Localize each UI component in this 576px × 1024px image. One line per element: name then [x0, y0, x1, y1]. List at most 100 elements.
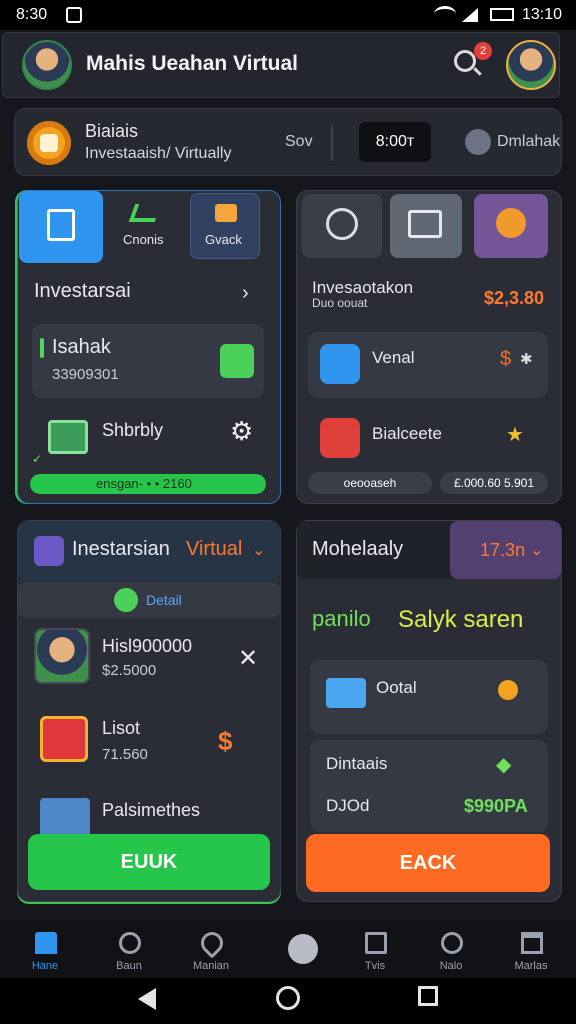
summary-subheading: Duo oouat [312, 296, 368, 310]
nav-more[interactable]: Marlas [496, 920, 566, 978]
slogan-b: Salyk saren [398, 606, 524, 633]
home-icon [35, 932, 57, 954]
rating-icon: ★ [506, 424, 524, 446]
market-row-2-label: Dintaais [326, 754, 388, 773]
app-logo-icon [34, 536, 64, 566]
bottom-navigation: Hane Baun Manian Tvis Nalo Marlas [0, 920, 576, 978]
list-item-3-name: Palsimethes [102, 800, 201, 820]
tab-chart-label: Cnonis [123, 232, 164, 247]
compass-icon [326, 208, 358, 240]
coin-icon [27, 121, 71, 165]
system-navigation [0, 978, 576, 1024]
info-icon[interactable] [465, 129, 491, 155]
primary-action-button[interactable]: EUUK [28, 834, 270, 890]
screenshot-icon [66, 7, 82, 23]
bolt-icon [496, 208, 526, 238]
nav-home[interactable]: Hane [10, 920, 80, 978]
recents-icon[interactable] [418, 986, 438, 1006]
search-icon[interactable] [454, 50, 476, 72]
refresh-icon[interactable] [220, 344, 254, 378]
virtual-heading-b: Virtual [186, 538, 243, 560]
nav-home-label: Hane [31, 960, 59, 972]
crown-icon [521, 932, 543, 954]
currency-icon: $ [218, 726, 233, 756]
tab-alerts[interactable] [474, 194, 548, 258]
virtual-heading-a: Inestarsian [72, 538, 170, 560]
tab-home[interactable] [19, 191, 103, 263]
chevron-down-icon[interactable]: ⌄ [530, 540, 543, 560]
market-row-1[interactable]: Ootal [310, 660, 548, 734]
market-value: 17.3n [480, 540, 526, 560]
market-row-3-label: DJOd [326, 796, 370, 815]
app-title: Mahis Ueahan Virtual [86, 52, 299, 75]
balance-label: Isahak [52, 336, 111, 358]
chat-icon [288, 934, 318, 964]
status-clock: 13:10 [521, 6, 562, 23]
nav-profile[interactable]: Nalo [416, 920, 486, 978]
portfolio-row-1-label: Venal [372, 348, 415, 367]
signal-icon [462, 8, 478, 22]
investor-value: $2.5000 [102, 662, 157, 679]
market-row-1-label: Ootal [376, 678, 417, 697]
home-button-icon[interactable] [276, 986, 300, 1010]
market-heading: Mohelaaly [312, 538, 404, 560]
summary-subtitle: Investaaish/ Virtually [85, 145, 232, 162]
search-icon [119, 932, 141, 954]
investor-avatar [34, 628, 90, 684]
security-label: Shbrbly [102, 420, 164, 440]
nav-favorites[interactable]: Manian [176, 920, 246, 978]
secondary-action-button[interactable]: EACK [306, 834, 550, 892]
tab-stock-label: Gvack [205, 232, 242, 247]
tab-analytics[interactable] [302, 194, 382, 258]
battery-icon [490, 8, 514, 21]
investor-name: Hisl900000 [102, 636, 193, 656]
chevron-down-icon[interactable]: ✓ [32, 452, 42, 466]
progress-text: ensgan- • • 2160 [96, 476, 192, 491]
settings-icon[interactable]: ⚙ [230, 416, 253, 447]
portfolio-row-2-label: Bialceete [372, 424, 442, 443]
image-icon [40, 798, 90, 838]
summary-value[interactable]: 8:00т [359, 122, 431, 162]
summary-right-label: Dmlahak [497, 133, 561, 150]
nav-favorites-label: Manian [192, 960, 230, 972]
close-icon[interactable]: ✕ [238, 644, 258, 673]
summary-amount: $2,3.80 [484, 288, 545, 308]
market-row-2[interactable]: Dintaais ◆ DJOd $990PA [310, 740, 548, 832]
star-icon: ✱ [520, 351, 533, 368]
summary-label: Sov [285, 133, 313, 150]
divider-icon [331, 125, 333, 161]
portfolio-row-1[interactable]: Venal $ ✱ [308, 332, 548, 398]
nav-search-label: Baun [116, 960, 142, 972]
chevron-down-icon[interactable]: ⌄ [252, 540, 265, 560]
nav-chat[interactable] [270, 920, 340, 978]
back-icon[interactable] [138, 988, 156, 1010]
coin-small-icon [498, 680, 518, 700]
nav-search[interactable]: Baun [94, 920, 164, 978]
summary-name: Biaiais [85, 121, 139, 141]
status-time: 8:30 [16, 6, 48, 23]
wifi-icon [434, 6, 456, 22]
shield-icon [114, 588, 138, 612]
balance-card[interactable]: Isahak 33909301 [32, 324, 264, 398]
chevron-right-icon[interactable]: › [242, 282, 249, 305]
nav-tv[interactable]: Tvis [340, 920, 410, 978]
detail-label[interactable]: Detail [146, 592, 182, 608]
tab-monitor[interactable] [390, 194, 462, 258]
slogan-a: panilo [312, 606, 371, 631]
summary-chip-1[interactable]: oeooaseh [308, 472, 432, 494]
user-avatar[interactable] [506, 40, 556, 90]
face-icon [441, 932, 463, 954]
profile-avatar[interactable] [22, 40, 72, 90]
balance-value: 33909301 [52, 366, 119, 383]
heart-icon [196, 927, 228, 959]
dollar-icon: $ [500, 348, 512, 370]
summary-bar: Biaiais Investaaish/ Virtually Sov 8:00т… [14, 108, 562, 176]
summary-heading: Invesaotakon [312, 278, 414, 297]
nav-profile-label: Nalo [439, 960, 463, 972]
tab-stock[interactable]: Gvack [190, 193, 260, 259]
tab-chart[interactable]: Cnonis [106, 196, 182, 260]
trend-icon [128, 204, 162, 222]
status-bar: 8:30 13:10 [0, 0, 576, 30]
investment-heading[interactable]: Investarsai [34, 280, 131, 303]
summary-chip-2[interactable]: £.000.60 5.901 [440, 472, 548, 494]
